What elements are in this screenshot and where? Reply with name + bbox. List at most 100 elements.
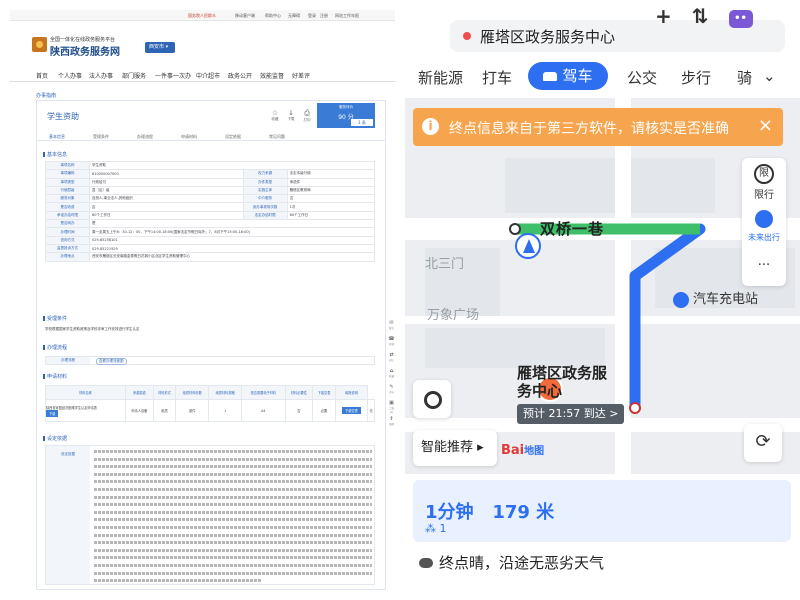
breadcrumb[interactable]: 办事指南 (36, 92, 56, 99)
baidu-map-logo: Bai地图 (501, 443, 545, 458)
table-row: 办理地点 西安市雁塔区长安南路金泰假日花城小区北区学生资助管理中心 (45, 252, 375, 262)
nav-item[interactable]: 一件事一次办 (155, 71, 191, 80)
more-icon[interactable]: ··· (742, 258, 786, 273)
nav-item[interactable]: 法人办事 (89, 71, 113, 80)
traffic-limit-icon[interactable]: 限 (754, 164, 774, 184)
section-title: 设定依据 (43, 435, 67, 442)
travel-mode-tabs: 新能源 打车 驾车 公交 步行 骑 ⌄ (405, 62, 800, 92)
side-tool[interactable]: ⇄ 对比 (388, 352, 395, 368)
download-button[interactable]: ↓ 下载 (285, 109, 297, 122)
side-tool[interactable]: ☎ 咨询 (388, 336, 395, 352)
site-logo-icon (32, 37, 47, 52)
smart-recommend-button[interactable]: 智能推荐 ▸ (413, 430, 497, 466)
tab-conditions[interactable]: 受理条件 (93, 134, 109, 140)
destination-label: 雁塔区政务服务中心 (517, 364, 608, 400)
nav-item[interactable]: 好差评 (292, 71, 310, 80)
top-link-bar: 国务院人民群众 移动客户端 帮助中心 无障碍 登录 注册 网站工作年报 (10, 10, 395, 21)
field-value: 县（区）级 (89, 185, 244, 196)
tab-materials[interactable]: 申请材料 (181, 134, 197, 140)
field-label: 办理时间 (45, 227, 90, 237)
process-label: 办理流程 (46, 357, 90, 364)
column-header: 纸质材料规格 (208, 385, 243, 400)
tab-basis[interactable]: 设定依据 (225, 134, 241, 140)
side-tool[interactable]: ✎ 评价 (388, 384, 395, 400)
nav-item[interactable]: 首页 (36, 71, 48, 80)
route-option-card[interactable]: 1分钟 179 米 ⁂ 1 (413, 480, 791, 542)
register-link[interactable]: 注册 (320, 13, 328, 19)
side-tool[interactable]: ⌂ 收藏 (388, 368, 395, 384)
basis-label: 设定依据 (46, 446, 90, 584)
cloud-icon (419, 558, 433, 568)
chevron-down-icon[interactable]: ⌄ (763, 67, 776, 85)
tab-drive[interactable]: 驾车 (528, 62, 608, 90)
field-value: 周一至周五上午8：30-12：00，下午14:00-18:00(国家法定节假日除… (89, 227, 375, 237)
map-canvas[interactable]: i 终点信息来自于第三方软件，请核实是否准确 × 限 限行 未来出行 ··· 双… (405, 98, 800, 474)
basis-text-line (94, 563, 372, 567)
limit-label[interactable]: 限行 (742, 186, 786, 201)
table-row: 行使层级 县（区）级 实施主体 雁塔区教育局 (45, 185, 376, 196)
route-sheet: 1分钟 179 米 ⁂ 1 终点晴，沿途无恶劣天气 (405, 474, 800, 600)
login-link[interactable]: 登录 (308, 13, 316, 19)
refresh-button[interactable]: ⟳ (744, 424, 782, 462)
process-chart-link[interactable]: 查看办理流程图 (96, 358, 127, 365)
region-select[interactable]: 西安市 ▾ (145, 42, 175, 53)
tab-bike[interactable]: 骑 (737, 67, 752, 88)
charging-station-poi[interactable]: 汽车充电站 (673, 288, 758, 308)
nav-item[interactable]: 中介超市 (196, 71, 220, 80)
swap-icon[interactable]: ⇅ (692, 4, 709, 28)
top-link[interactable]: 帮助中心 (265, 13, 281, 19)
tab-basic[interactable]: 基本信息 (49, 134, 65, 140)
download-template-button[interactable]: 下载空表 (342, 407, 361, 414)
tab-faq[interactable]: 常见问题 (269, 134, 285, 140)
tab-new-energy[interactable]: 新能源 (418, 67, 463, 88)
field-value: 60个工作日 (89, 210, 244, 221)
street-label: 双桥一巷 (540, 220, 605, 238)
field-value: 法定本级行使 (286, 169, 376, 179)
back-to-top-button[interactable]: ⇑ 顶部 (388, 416, 395, 432)
download-icon: ↓ (288, 109, 294, 117)
close-icon[interactable]: × (758, 115, 773, 136)
top-link[interactable]: 移动客户端 (235, 13, 255, 19)
rating-button[interactable]: 1 条 (351, 119, 373, 126)
column-header: 下载空表 (312, 385, 336, 400)
add-stop-icon[interactable]: + (655, 4, 672, 28)
future-trip-label[interactable]: 未来出行 (742, 232, 786, 243)
basis-text-line (94, 518, 372, 522)
tab-process[interactable]: 办理流程 (137, 134, 153, 140)
field-label: 服务对象 (45, 194, 90, 204)
nav-item[interactable]: 个人办事 (58, 71, 82, 80)
page-title: 学生资助 (47, 112, 79, 121)
field-label: 权力来源 (242, 169, 288, 179)
favorite-button[interactable]: ☆ 收藏 (269, 109, 281, 122)
site-title[interactable]: 陕西政务服务网 (50, 43, 120, 58)
top-link[interactable]: 网站工作年报 (335, 13, 359, 19)
assistant-icon[interactable]: •• (728, 9, 753, 28)
basis-text-line (94, 472, 372, 476)
top-link[interactable]: 无障碍 (288, 13, 300, 19)
eta-bubble[interactable]: 预计 21:57 到达 > (517, 404, 625, 424)
column-header: 填报说明 (334, 385, 369, 400)
basis-text-line (94, 495, 372, 499)
tab-transit[interactable]: 公交 (627, 67, 657, 88)
print-icon: ⎙ (304, 109, 310, 117)
field-label: 事项名称 (45, 160, 90, 171)
field-label: 法定办结时限 (242, 210, 288, 221)
preview-button[interactable]: 下载 (46, 409, 59, 417)
charging-pin-icon (673, 291, 689, 308)
tab-taxi[interactable]: 打车 (482, 67, 512, 88)
basis-text-line (94, 571, 372, 575)
side-tool[interactable]: ✉ 留言 (388, 320, 395, 336)
locate-button[interactable] (413, 380, 451, 418)
print-button[interactable]: ⎙ 打印 (301, 109, 313, 123)
clock-icon[interactable] (755, 210, 773, 228)
field-label: 到办事现场次数 (242, 202, 288, 212)
nav-item[interactable]: 政务公开 (228, 71, 252, 80)
nav-item[interactable]: 部门服务 (122, 71, 146, 80)
table-cell: 下载空表 (334, 399, 369, 422)
top-link[interactable]: 国务院人民群众 (188, 13, 216, 19)
side-tool[interactable]: ▣ 二维码 (388, 400, 395, 416)
poi-label: 北三门 (425, 257, 465, 272)
tab-walk[interactable]: 步行 (681, 67, 711, 88)
table-row: 监督投诉方式 029-85221929 (45, 243, 375, 254)
nav-item[interactable]: 效能监督 (260, 71, 284, 80)
